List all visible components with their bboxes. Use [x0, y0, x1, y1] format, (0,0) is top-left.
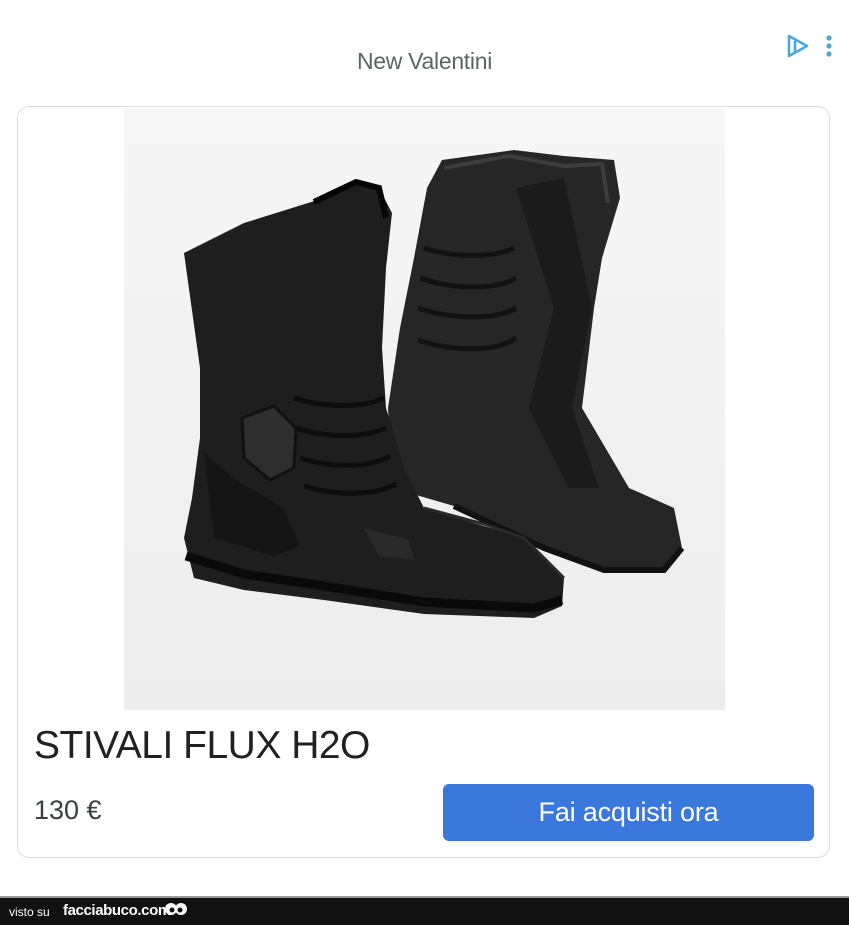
more-vert-icon[interactable] — [822, 32, 836, 60]
adchoices-icon[interactable] — [784, 32, 812, 60]
product-title[interactable]: STIVALI FLUX H2O — [34, 724, 370, 768]
product-image[interactable] — [124, 108, 725, 710]
facciabuco-eyes-icon — [165, 903, 187, 915]
advertiser-name[interactable]: New Valentini — [0, 48, 849, 75]
shop-now-button[interactable]: Fai acquisti ora — [443, 784, 814, 841]
watermark-site[interactable]: facciabuco.com — [63, 902, 171, 919]
boots-illustration — [124, 108, 725, 710]
product-price: 130 € — [34, 795, 102, 825]
watermark-prefix: visto su — [9, 905, 50, 919]
